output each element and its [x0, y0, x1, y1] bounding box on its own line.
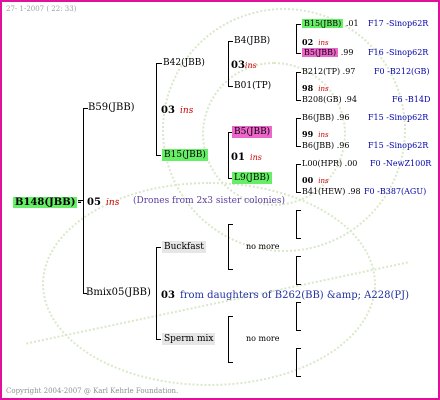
ancestor-year: 99 ins	[302, 129, 329, 139]
connector	[296, 164, 297, 193]
ancestor-b212-tp[interactable]: B212(TP) .97	[302, 66, 355, 78]
ancestor-b6-jbb[interactable]: B6(JBB) .96	[302, 140, 349, 152]
connector	[156, 63, 157, 156]
connector	[296, 100, 301, 101]
queen-b5[interactable]: B5(JBB)	[232, 126, 273, 138]
no-more-label: no more	[246, 334, 280, 343]
connector	[228, 41, 233, 42]
connector	[228, 224, 229, 270]
connector	[83, 108, 84, 294]
queen-b4-year: 03ins	[231, 60, 257, 71]
connector	[296, 164, 301, 165]
queen-b15[interactable]: B15(JBB)	[162, 149, 208, 161]
queen-bmix05[interactable]: Bmix05(JBB)	[86, 287, 151, 299]
connector	[296, 284, 301, 285]
connector	[296, 192, 301, 193]
queen-bmix05-year: 03 from daughters of B262(BB) &amp; A228…	[161, 290, 410, 301]
root-queen-year: 05 ins	[87, 194, 119, 209]
no-more-label: no more	[246, 242, 280, 251]
connector	[296, 256, 301, 257]
connector	[296, 24, 301, 25]
ancestor-b6-jbb[interactable]: B6(JBB) .96	[302, 112, 349, 124]
connector	[296, 118, 301, 119]
ancestor-line: F0 -NewZ100R	[370, 159, 432, 168]
header-date: 27- 1-2007 ( 22: 33)	[6, 5, 77, 13]
connector	[296, 348, 297, 377]
connector	[296, 24, 297, 54]
ancestor-line: F17 -Sinop62R	[368, 19, 429, 28]
queen-b01[interactable]: B01(TP)	[234, 80, 271, 92]
connector	[156, 247, 157, 340]
connector	[228, 41, 229, 87]
footer-copyright: Copyright 2004-2007 @ Karl Kehrle Founda…	[6, 387, 179, 395]
connector	[296, 376, 301, 377]
ancestor-b41-hew[interactable]: B41(HEW) .98	[302, 186, 361, 198]
connector	[296, 146, 301, 147]
connector	[228, 269, 233, 270]
connector	[156, 339, 161, 340]
connector	[296, 348, 301, 349]
drone-note: (Drones from 2x3 sister colonies)	[133, 196, 285, 206]
queen-b59-year: 03 ins	[161, 105, 194, 116]
connector	[296, 302, 301, 303]
queen-b59[interactable]: B59(JBB)	[88, 102, 135, 114]
connector	[296, 53, 301, 54]
ancestor-line: F6 -B14D	[392, 95, 431, 104]
queen-l9[interactable]: L9(JBB)	[232, 172, 272, 184]
ancestor-year: 00 ins	[302, 175, 329, 185]
connector	[156, 247, 161, 248]
ancestor-b208-gb[interactable]: B208(GB) .94	[302, 94, 357, 106]
queen-sperm-mix[interactable]: Sperm mix	[162, 333, 216, 345]
connector	[296, 210, 301, 211]
ancestor-b5-jbb[interactable]: B5(JBB) .99	[302, 47, 353, 59]
root-queen-name[interactable]: B148(JBB)	[13, 197, 78, 208]
pedigree-chart: 27- 1-2007 ( 22: 33) Copyright 2004-2007…	[0, 0, 440, 400]
connector	[296, 72, 301, 73]
connector	[156, 155, 161, 156]
connector	[296, 330, 301, 331]
connector	[228, 316, 233, 317]
connector	[296, 238, 301, 239]
ancestor-line: F0 -B212(GB)	[374, 67, 430, 76]
connector	[156, 63, 162, 64]
root-queen[interactable]: B148(JBB) -	[13, 194, 82, 209]
connector	[228, 224, 233, 225]
connector	[296, 118, 297, 147]
connector	[296, 302, 297, 331]
ancestor-l00-hpr[interactable]: L00(HPR) .00	[302, 158, 357, 170]
watermark-ring	[42, 182, 376, 386]
ancestor-line: F15 -Sinop62R	[368, 141, 429, 150]
connector	[228, 362, 233, 363]
queen-b15-year: 01 ins	[231, 152, 262, 163]
ancestor-year: 98 ins	[302, 83, 329, 93]
ancestor-b15-jbb[interactable]: B15(JBB) .01	[302, 18, 359, 30]
ins-mark: ins	[106, 198, 120, 208]
ancestor-line: F15 -Sinop62R	[368, 113, 429, 122]
queen-b4[interactable]: B4(JBB)	[234, 35, 270, 47]
ancestor-line: F16 -Sinop62R	[368, 48, 429, 57]
connector	[296, 72, 297, 101]
connector	[296, 210, 297, 239]
connector	[228, 132, 229, 179]
connector	[228, 86, 233, 87]
queen-buckfast[interactable]: Buckfast	[162, 241, 206, 253]
queen-b42[interactable]: B42(JBB)	[163, 57, 205, 69]
connector	[228, 316, 229, 363]
year-label: 05	[87, 197, 101, 208]
connector	[296, 256, 297, 285]
ancestor-line: F0 -B387(AGU)	[364, 187, 427, 196]
